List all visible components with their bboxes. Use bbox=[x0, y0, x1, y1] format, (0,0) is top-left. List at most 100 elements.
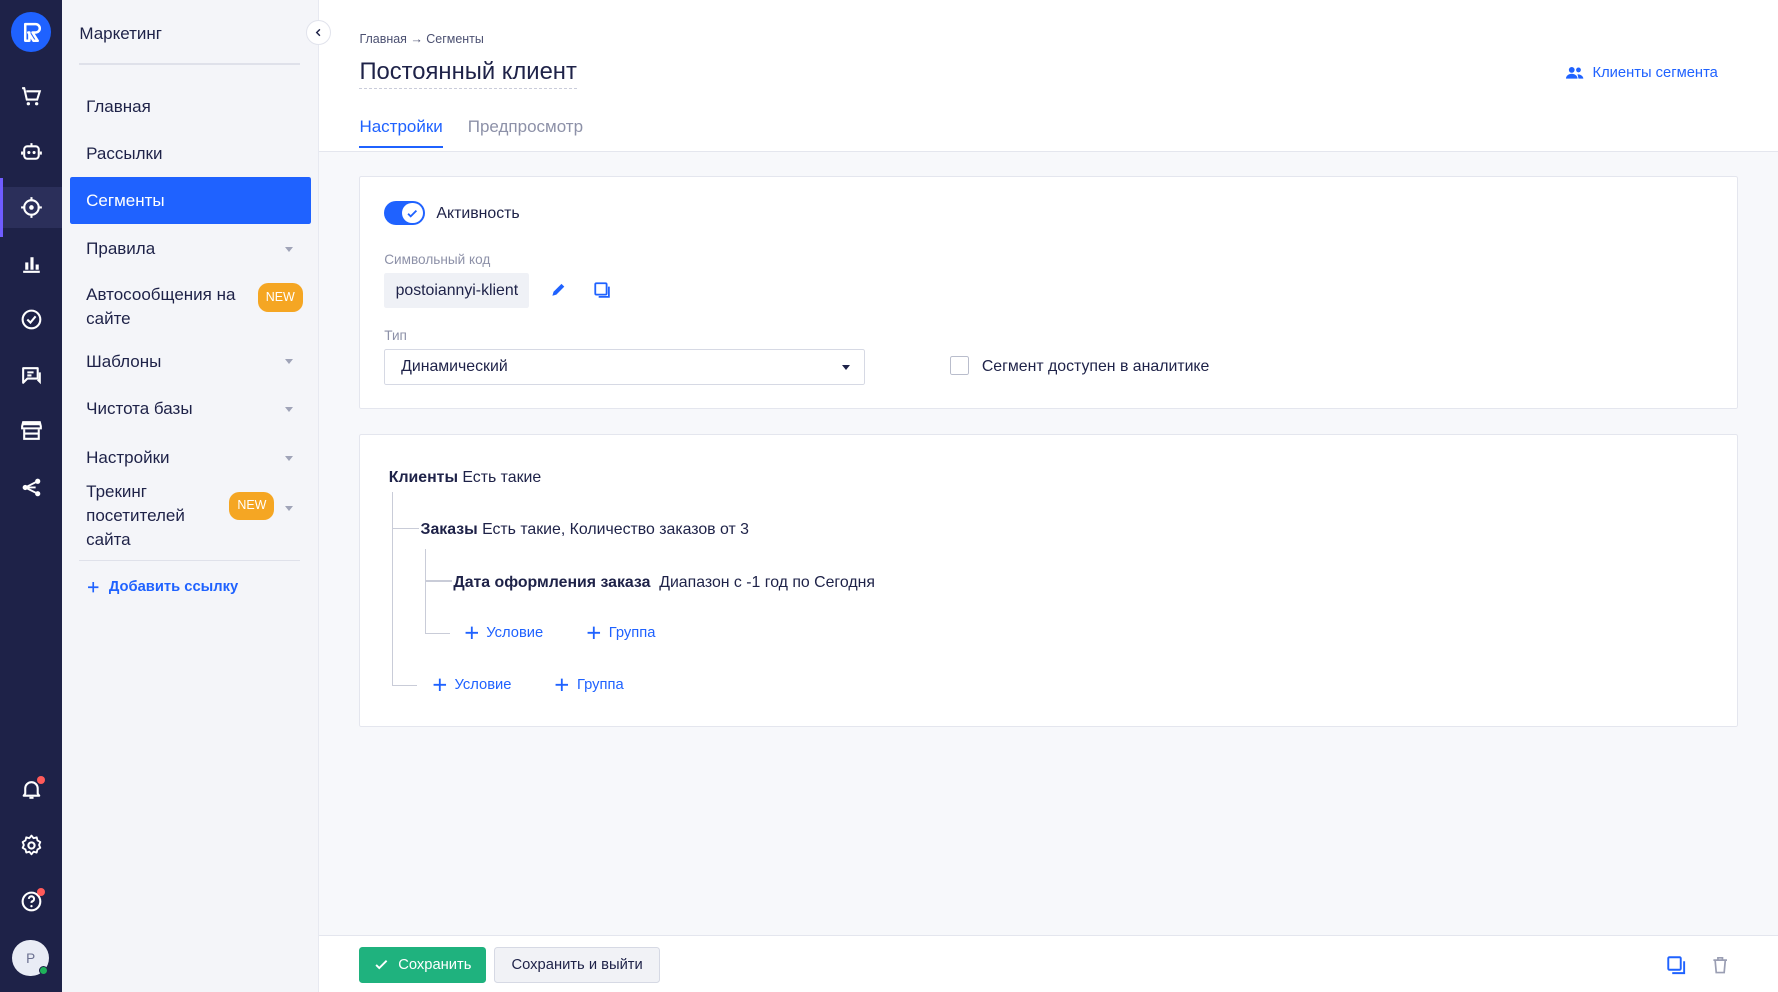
menu-item-label: Настройки bbox=[86, 448, 170, 468]
add-condition-button[interactable]: Условие bbox=[465, 625, 543, 641]
add-condition-button[interactable]: Условие bbox=[433, 677, 511, 693]
symbol-code-label: Символьный код bbox=[384, 251, 491, 267]
new-badge: NEW bbox=[257, 283, 303, 312]
main-content: Главная → Сегменты Постоянный клиент Кли… bbox=[318, 0, 1778, 992]
page-title[interactable]: Постоянный клиент bbox=[359, 58, 577, 90]
segment-clients-label: Клиенты сегмента bbox=[1592, 64, 1718, 81]
menu-item-rules[interactable]: Правила bbox=[70, 226, 310, 274]
users-icon bbox=[1566, 66, 1584, 79]
condition-orders-name: Заказы bbox=[420, 521, 478, 539]
menu-item-segments[interactable]: Сегменты bbox=[70, 176, 311, 225]
avatar[interactable]: P bbox=[12, 940, 49, 977]
add-group-label: Группа bbox=[608, 624, 656, 641]
menu-divider bbox=[79, 63, 301, 65]
plus-icon bbox=[587, 626, 601, 639]
save-label: Сохранить bbox=[398, 956, 472, 973]
edit-pencil-icon[interactable] bbox=[549, 281, 567, 304]
tree-line bbox=[425, 580, 453, 582]
add-link-label: Добавить ссылку bbox=[108, 579, 239, 596]
conditions-card: Клиенты Есть такие Заказы Есть такие, Ко… bbox=[359, 434, 1739, 727]
tab-preview[interactable]: Предпросмотр bbox=[468, 117, 583, 148]
settings-gear-icon[interactable] bbox=[0, 825, 62, 866]
save-exit-button[interactable]: Сохранить и выйти bbox=[494, 946, 660, 983]
activity-label: Активность bbox=[436, 205, 520, 223]
condition-orders[interactable]: Заказы Есть такие, Количество заказов от… bbox=[421, 521, 749, 539]
caret-down-icon bbox=[284, 455, 293, 462]
footer-bar: Сохранить Сохранить и выйти bbox=[318, 935, 1778, 992]
avatar-initial: P bbox=[26, 950, 36, 966]
symbol-code-value: postoiannyi-klient bbox=[384, 273, 530, 309]
tab-settings[interactable]: Настройки bbox=[359, 117, 443, 148]
tree-line bbox=[392, 491, 394, 686]
analytics-icon[interactable] bbox=[0, 243, 62, 284]
help-dot bbox=[37, 887, 46, 896]
condition-order-date[interactable]: Дата оформления заказа Диапазон с -1 год… bbox=[453, 574, 875, 592]
breadcrumb[interactable]: Главная → Сегменты bbox=[359, 32, 483, 46]
robot-icon[interactable] bbox=[0, 132, 62, 173]
target-icon[interactable] bbox=[0, 178, 63, 237]
save-button[interactable]: Сохранить bbox=[359, 946, 487, 983]
analytics-checkbox[interactable] bbox=[950, 355, 970, 376]
menu-item-label: Автосообщения на сайте bbox=[86, 285, 236, 329]
type-select[interactable]: Динамический bbox=[384, 349, 865, 386]
plus-icon bbox=[88, 582, 99, 593]
condition-order-date-name: Дата оформления заказа bbox=[453, 573, 651, 591]
caret-down-icon bbox=[284, 407, 293, 413]
condition-root-detail: Есть такие bbox=[462, 469, 542, 487]
condition-order-date-detail: Диапазон с -1 год по Сегодня bbox=[659, 573, 875, 591]
condition-root-name: Клиенты bbox=[388, 469, 458, 487]
toggle-knob bbox=[402, 202, 423, 224]
secondary-menu: Маркетинг Главная Рассылки Сегменты Прав… bbox=[62, 0, 319, 992]
add-condition-label: Условие bbox=[454, 676, 512, 693]
icon-rail: P bbox=[0, 0, 63, 992]
add-group-button[interactable]: Группа bbox=[587, 625, 655, 641]
menu-item-main[interactable]: Главная bbox=[70, 83, 310, 131]
condition-orders-detail: Есть такие, Количество заказов от 3 bbox=[482, 521, 749, 539]
add-group-button[interactable]: Группа bbox=[555, 677, 624, 693]
condition-root[interactable]: Клиенты Есть такие bbox=[389, 469, 541, 487]
notifications-icon[interactable] bbox=[0, 769, 62, 810]
caret-down-icon bbox=[842, 364, 851, 371]
notification-dot bbox=[37, 775, 46, 784]
menu-item-label: Шаблоны bbox=[86, 351, 162, 371]
caret-down-icon bbox=[284, 359, 293, 365]
chat-icon[interactable] bbox=[0, 355, 62, 396]
plus-icon bbox=[433, 678, 447, 692]
store-icon[interactable] bbox=[0, 410, 62, 451]
menu-title: Маркетинг bbox=[79, 23, 163, 43]
menu-divider bbox=[79, 560, 301, 562]
integrations-icon[interactable] bbox=[0, 467, 62, 508]
caret-down-icon bbox=[284, 247, 293, 253]
copy-icon[interactable] bbox=[593, 281, 611, 304]
check-icon bbox=[375, 960, 388, 970]
help-icon[interactable] bbox=[0, 881, 62, 922]
menu-item-mailings[interactable]: Рассылки bbox=[70, 130, 310, 178]
add-condition-label: Условие bbox=[486, 624, 544, 641]
check-icon bbox=[407, 209, 418, 218]
trash-icon[interactable] bbox=[1710, 955, 1730, 975]
activity-toggle[interactable] bbox=[384, 200, 426, 226]
menu-item-label: Трекинг посетителей сайта bbox=[86, 482, 185, 549]
menu-item-automessages[interactable]: Автосообщения на сайте NEW bbox=[70, 278, 310, 337]
tabs: Настройки Предпросмотр bbox=[359, 117, 583, 148]
menu-item-db-cleanup[interactable]: Чистота базы bbox=[70, 386, 310, 434]
tasks-icon[interactable] bbox=[0, 299, 62, 340]
menu-item-label: Чистота базы bbox=[86, 399, 193, 419]
add-link-button[interactable]: Добавить ссылку bbox=[87, 579, 238, 595]
menu-item-label: Рассылки bbox=[86, 144, 163, 164]
menu-item-visitor-tracking[interactable]: Трекинг посетителей сайта NEW bbox=[70, 482, 310, 549]
plus-icon bbox=[465, 626, 478, 639]
copy-segment-icon[interactable] bbox=[1666, 955, 1686, 975]
menu-item-settings[interactable]: Настройки bbox=[70, 434, 310, 482]
cart-icon[interactable] bbox=[0, 76, 62, 117]
type-label: Тип bbox=[384, 327, 407, 343]
segment-clients-link[interactable]: Клиенты сегмента bbox=[1565, 65, 1718, 81]
app-logo-icon[interactable] bbox=[11, 12, 51, 53]
menu-item-templates[interactable]: Шаблоны bbox=[70, 338, 310, 386]
tree-line bbox=[392, 684, 418, 686]
page-header: Главная → Сегменты Постоянный клиент Кли… bbox=[318, 0, 1778, 152]
online-status-dot bbox=[38, 966, 48, 976]
tree-line bbox=[392, 528, 420, 530]
menu-item-label: Правила bbox=[86, 239, 156, 259]
new-badge: NEW bbox=[229, 492, 275, 521]
